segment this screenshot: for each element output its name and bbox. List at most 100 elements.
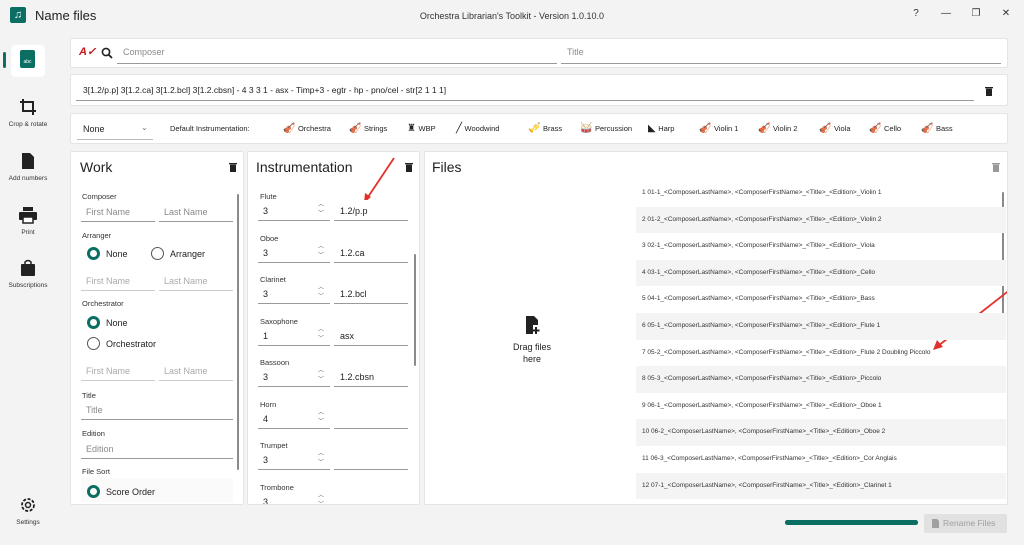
file-row[interactable]: 12 07-1_<ComposerLastName>, <ComposerFir…: [636, 472, 1006, 500]
title-input[interactable]: Title: [81, 400, 233, 420]
file-row[interactable]: 6 05-1_<ComposerLastName>, <ComposerFirs…: [636, 313, 1006, 340]
instrument-detail-input[interactable]: [334, 407, 408, 429]
edition-input[interactable]: Edition: [81, 439, 233, 459]
help-button[interactable]: ?: [902, 5, 930, 23]
chevron-up-icon[interactable]: ︿: [318, 451, 324, 458]
restore-button[interactable]: ❐: [962, 5, 990, 23]
preset-select[interactable]: None ⌄: [77, 118, 153, 140]
chevron-up-icon[interactable]: ︿: [318, 327, 324, 334]
file-row[interactable]: 1 01-1_<ComposerLastName>, <ComposerFirs…: [636, 180, 1006, 207]
arranger-none-radio[interactable]: [87, 247, 100, 260]
instrument-count-stepper[interactable]: 3 ︿ ﹀: [258, 366, 330, 387]
preset-harp-button[interactable]: ◣ Harp: [648, 123, 674, 134]
chevron-up-icon[interactable]: ︿: [318, 410, 324, 417]
preset-violin-1-button[interactable]: 🎻 Violin 1: [699, 123, 738, 134]
instrument-detail-input[interactable]: [334, 449, 408, 470]
trash-icon[interactable]: [985, 86, 993, 96]
preset-strings-button[interactable]: 🎻 Strings: [349, 123, 387, 134]
arranger-last-name-input[interactable]: Last Name: [159, 271, 233, 291]
drop-zone[interactable]: Drag files here: [429, 184, 635, 502]
preset-viola-button[interactable]: 🎻 Viola: [819, 123, 851, 134]
instrument-count-stepper[interactable]: 3 ︿ ﹀: [258, 490, 330, 505]
preset-woodwind-button[interactable]: ╱ Woodwind: [456, 123, 499, 134]
search-icon[interactable]: [101, 47, 113, 59]
chevron-down-icon[interactable]: ﹀: [318, 253, 324, 260]
title-search-input[interactable]: Title: [561, 42, 1001, 64]
instrument-count-stepper[interactable]: 3 ︿ ﹀: [258, 449, 330, 470]
arranger-arranger-radio[interactable]: [151, 247, 164, 260]
sidebar-item-subscriptions[interactable]: Subscriptions: [0, 259, 56, 289]
chevron-up-icon[interactable]: ︿: [318, 285, 324, 292]
instrument-count: 3: [263, 247, 269, 258]
trash-icon[interactable]: [405, 162, 413, 172]
preset-wbp-button[interactable]: ♜ WBP: [407, 123, 436, 134]
rename-files-button[interactable]: Rename Files: [924, 514, 1007, 533]
sidebar-item-crop-rotate[interactable]: Crop & rotate: [0, 98, 56, 128]
instrument-detail-input[interactable]: 1.2/p.p: [334, 200, 408, 221]
instrument-detail-input[interactable]: 1.2.ca: [334, 241, 408, 263]
violin-icon: 🎻: [699, 123, 712, 134]
sidebar-item-settings[interactable]: Settings: [0, 496, 56, 526]
work-scrollbar[interactable]: [237, 194, 239, 470]
composer-search-input[interactable]: Composer: [117, 42, 557, 64]
chevron-down-icon[interactable]: ﹀: [318, 419, 324, 426]
instrumentation-string-input[interactable]: 3[1.2/p.p] 3[1.2.ca] 3[1.2.bcl] 3[1.2.cb…: [76, 79, 974, 101]
instrument-count-stepper[interactable]: 3 ︿ ﹀: [258, 283, 330, 304]
name-files-icon: abc: [20, 50, 35, 68]
file-row[interactable]: 4 03-1_<ComposerLastName>, <ComposerFirs…: [636, 259, 1006, 287]
file-row[interactable]: 5 04-1_<ComposerLastName>, <ComposerFirs…: [636, 286, 1006, 313]
preset-violin-2-button[interactable]: 🎻 Violin 2: [758, 123, 797, 134]
orchestrator-orchestrator-radio[interactable]: [87, 337, 100, 350]
chevron-up-icon[interactable]: ︿: [318, 202, 324, 209]
minimize-button[interactable]: —: [932, 5, 960, 23]
file-row[interactable]: 11 06-3_<ComposerLastName>, <ComposerFir…: [636, 446, 1006, 473]
chevron-up-icon[interactable]: ︿: [318, 244, 324, 251]
instrument-detail: 1.2.bcl: [340, 289, 367, 299]
chevron-down-icon[interactable]: ﹀: [318, 377, 324, 384]
orchestrator-first-name-input[interactable]: First Name: [81, 361, 155, 381]
drop-zone-text-2: here: [522, 354, 541, 364]
chevron-down-icon: ⌄: [141, 123, 148, 132]
orchestrator-last-name-input[interactable]: Last Name: [159, 361, 233, 381]
orchestrator-none-radio[interactable]: [87, 316, 100, 329]
file-row[interactable]: 3 02-1_<ComposerLastName>, <ComposerFirs…: [636, 233, 1006, 260]
file-row[interactable]: 10 06-2_<ComposerLastName>, <ComposerFir…: [636, 419, 1006, 446]
instrument-detail-input[interactable]: asx: [334, 324, 408, 346]
sidebar-item-label: Settings: [16, 519, 40, 526]
trash-icon[interactable]: [229, 162, 237, 172]
instrument-count-stepper[interactable]: 1 ︿ ﹀: [258, 324, 330, 346]
file-sort-score-order-radio[interactable]: [87, 485, 100, 498]
preset-cello-button[interactable]: 🎻 Cello: [869, 123, 901, 134]
file-row[interactable]: 2 01-2_<ComposerLastName>, <ComposerFirs…: [636, 206, 1006, 234]
preset-percussion-button[interactable]: 🥁 Percussion: [580, 123, 632, 134]
preset-brass-button[interactable]: 🎺 Brass: [528, 123, 562, 134]
trash-icon[interactable]: [992, 162, 1000, 172]
chevron-down-icon[interactable]: ﹀: [318, 336, 324, 343]
close-button[interactable]: ✕: [992, 5, 1020, 23]
instrumentation-scrollbar[interactable]: [414, 254, 416, 366]
chevron-down-icon[interactable]: ﹀: [318, 502, 324, 505]
instrument-count-stepper[interactable]: 3 ︿ ﹀: [258, 200, 330, 221]
file-row[interactable]: 9 06-1_<ComposerLastName>, <ComposerFirs…: [636, 393, 1006, 420]
file-row[interactable]: 8 05-3_<ComposerLastName>, <ComposerFirs…: [636, 366, 1006, 393]
instrument-detail-input[interactable]: [334, 490, 408, 504]
chevron-up-icon[interactable]: ︿: [318, 368, 324, 375]
preset-bass-button[interactable]: 🎻 Bass: [921, 123, 953, 134]
sidebar-item-print[interactable]: Print: [0, 206, 56, 236]
sidebar-item-add-numbers[interactable]: Add numbers: [0, 152, 56, 182]
chevron-up-icon[interactable]: ︿: [318, 493, 324, 500]
chevron-down-icon[interactable]: ﹀: [318, 211, 324, 218]
instrument-detail-input[interactable]: 1.2.bcl: [334, 283, 408, 304]
instrument-detail-input[interactable]: 1.2.cbsn: [334, 366, 408, 387]
composer-last-name-input[interactable]: Last Name: [159, 202, 233, 222]
instrument-count-stepper[interactable]: 3 ︿ ﹀: [258, 241, 330, 263]
composer-first-name-input[interactable]: First Name: [81, 202, 155, 222]
preset-orchestra-button[interactable]: 🎻 Orchestra: [283, 123, 331, 134]
sidebar-item-label: Print: [21, 229, 35, 236]
chevron-down-icon[interactable]: ﹀: [318, 294, 324, 301]
file-row[interactable]: 7 05-2_<ComposerLastName>, <ComposerFirs…: [636, 340, 1006, 367]
instrumentation-title: Instrumentation: [256, 159, 353, 175]
arranger-first-name-input[interactable]: First Name: [81, 271, 155, 291]
instrument-count-stepper[interactable]: 4 ︿ ﹀: [258, 407, 330, 429]
chevron-down-icon[interactable]: ﹀: [318, 460, 324, 467]
